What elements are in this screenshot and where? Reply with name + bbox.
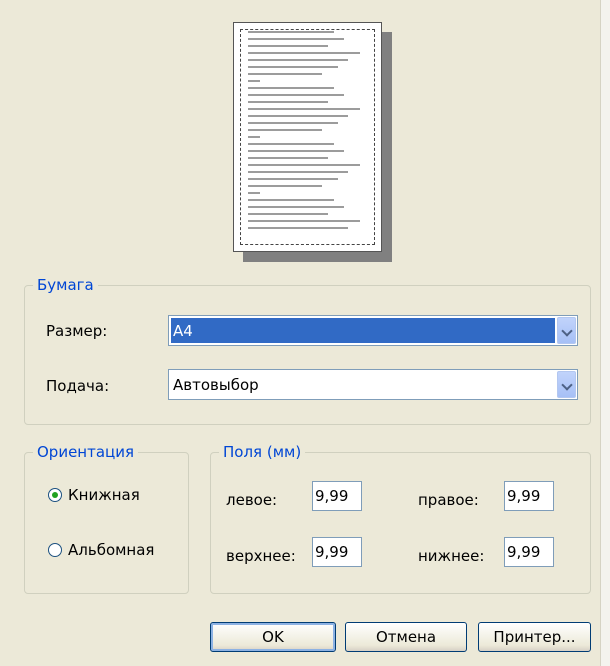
paper-group: Бумага — [24, 276, 591, 425]
preview-text-line — [248, 213, 328, 215]
orientation-group: Ориентация — [24, 443, 189, 594]
preview-text-line — [248, 38, 344, 40]
preview-text-lines — [244, 31, 372, 243]
source-label: Подача: — [46, 377, 110, 395]
paper-source-dropdown[interactable]: Автовыбор — [168, 369, 578, 400]
preview-text-line — [248, 31, 334, 33]
radio-selected-dot — [52, 492, 58, 498]
preview-text-line — [248, 80, 260, 82]
preview-text-line — [248, 178, 338, 180]
preview-text-line — [248, 192, 260, 194]
paper-size-dropdown-button[interactable] — [557, 317, 576, 344]
preview-text-line — [248, 101, 328, 103]
cancel-button[interactable]: Отмена — [345, 622, 467, 652]
page-preview — [233, 22, 382, 252]
landscape-radio[interactable] — [48, 543, 62, 557]
right-margin-field[interactable]: 9,99 — [504, 481, 554, 511]
portrait-label[interactable]: Книжная — [68, 486, 140, 504]
paper-size-value: A4 — [173, 322, 193, 340]
preview-text-line — [248, 185, 322, 187]
preview-text-line — [248, 136, 260, 138]
margins-group: Поля (мм) — [210, 443, 591, 594]
preview-text-line — [248, 73, 322, 75]
preview-text-line — [248, 66, 338, 68]
paper-size-dropdown[interactable]: A4 — [168, 315, 578, 346]
orientation-group-title: Ориентация — [33, 443, 139, 461]
preview-text-line — [248, 171, 348, 173]
preview-text-line — [248, 108, 360, 110]
left-margin-label: левое: — [226, 491, 278, 509]
preview-text-line — [248, 52, 360, 54]
preview-text-line — [248, 143, 334, 145]
landscape-label[interactable]: Альбомная — [68, 541, 154, 559]
preview-text-line — [248, 59, 348, 61]
preview-text-line — [248, 129, 322, 131]
paper-source-value: Автовыбор — [173, 376, 259, 394]
preview-text-line — [248, 94, 344, 96]
preview-text-line — [248, 164, 360, 166]
right-margin-label: правое: — [418, 491, 479, 509]
preview-text-line — [248, 206, 344, 208]
preview-text-line — [248, 45, 328, 47]
preview-text-line — [248, 157, 328, 159]
top-margin-field[interactable]: 9,99 — [312, 537, 362, 567]
preview-text-line — [248, 150, 344, 152]
ok-button[interactable]: OK — [210, 622, 336, 652]
chevron-down-icon — [561, 325, 573, 337]
paper-source-dropdown-button[interactable] — [557, 371, 576, 398]
preview-text-line — [248, 122, 338, 124]
bottom-margin-label: нижнее: — [418, 547, 485, 565]
printer-button[interactable]: Принтер... — [478, 622, 591, 652]
paper-group-title: Бумага — [33, 276, 98, 294]
chevron-down-icon — [561, 379, 573, 391]
preview-text-line — [248, 87, 334, 89]
preview-text-line — [248, 220, 360, 222]
size-label: Размер: — [46, 322, 108, 340]
preview-text-line — [248, 199, 334, 201]
margins-group-title: Поля (мм) — [219, 443, 306, 461]
portrait-radio[interactable] — [48, 488, 62, 502]
scrollbar[interactable] — [600, 0, 610, 666]
left-margin-field[interactable]: 9,99 — [312, 481, 362, 511]
top-margin-label: верхнее: — [226, 547, 296, 565]
preview-text-line — [248, 115, 348, 117]
preview-text-line — [248, 227, 348, 229]
bottom-margin-field[interactable]: 9,99 — [504, 537, 554, 567]
